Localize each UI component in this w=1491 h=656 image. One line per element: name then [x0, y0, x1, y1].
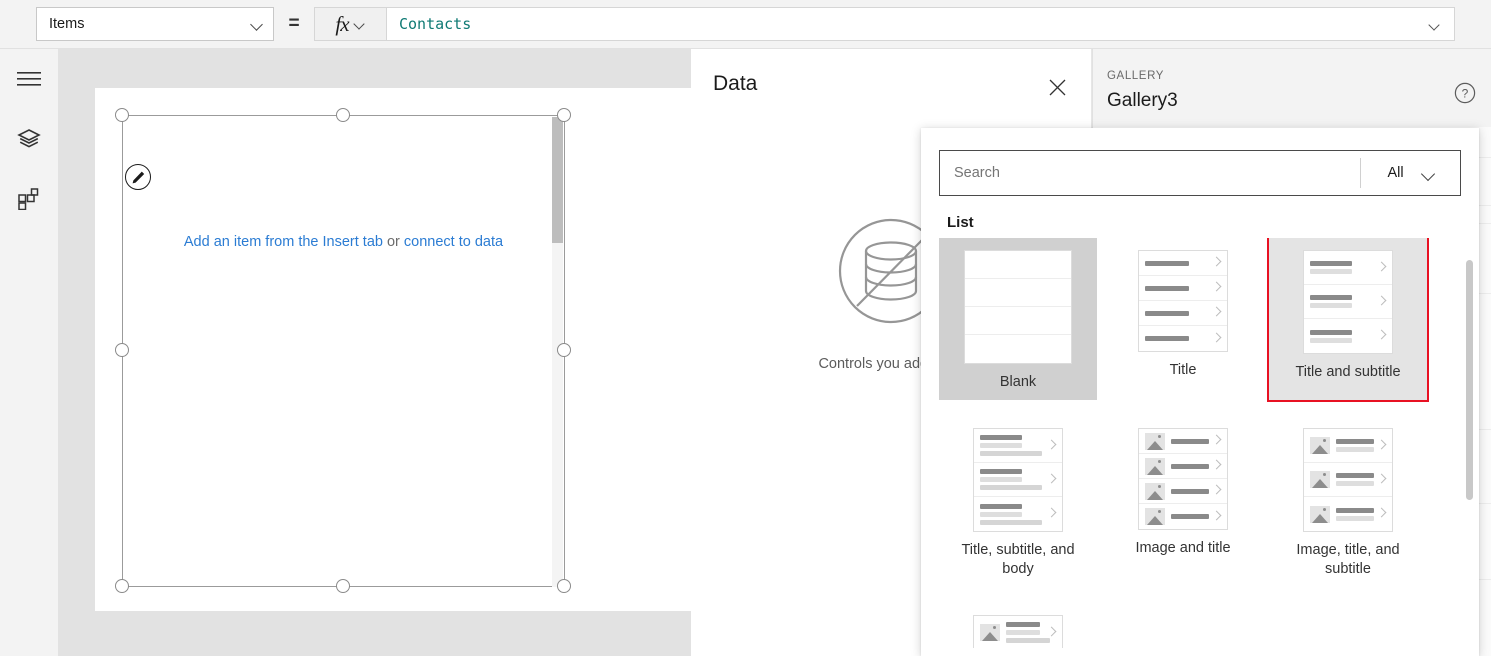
chevron-down-icon[interactable]	[1428, 18, 1442, 30]
layout-tile-image-title-subtitle-body[interactable]	[939, 603, 1097, 648]
chevron-down-icon	[1422, 167, 1434, 179]
layout-tiles-grid: Blank Title Title and subtitle Title, su…	[939, 238, 1463, 648]
layout-tile-caption: Image and title	[1135, 540, 1231, 556]
pencil-edit-icon[interactable]	[125, 164, 151, 190]
close-icon[interactable]	[1041, 71, 1073, 103]
gallery-scrollbar-thumb[interactable]	[552, 117, 563, 243]
layout-tile-caption: Title	[1169, 362, 1197, 378]
layout-section-title: List	[947, 214, 974, 231]
layout-tile-row: Title, subtitle, and body Image and titl…	[939, 416, 1463, 587]
layout-tile-blank[interactable]: Blank	[939, 238, 1097, 400]
canvas-area: Add an item from the Insert tab or conne…	[58, 49, 691, 656]
layout-search-input[interactable]	[940, 151, 1360, 195]
help-circle-icon[interactable]: ?	[1454, 82, 1478, 106]
layout-flyout-scrollbar-thumb[interactable]	[1466, 260, 1473, 500]
layout-filter-value: All	[1387, 165, 1404, 181]
layout-tile-caption: Blank	[999, 374, 1037, 390]
gallery-pane-kicker: GALLERY	[1107, 70, 1165, 82]
formula-text: Contacts	[399, 15, 472, 33]
connect-to-data-link[interactable]: connect to data	[404, 234, 503, 250]
layout-tile-caption: Title, subtitle, and body	[961, 542, 1075, 577]
layout-tile-row	[939, 603, 1463, 648]
thumbnail-image-and-title	[1138, 428, 1228, 530]
thumbnail-blank	[964, 250, 1072, 364]
resize-handle-top-center[interactable]	[336, 108, 350, 122]
layout-flyout-scrollbar-track[interactable]	[1466, 240, 1473, 642]
equals-sign: =	[288, 13, 300, 34]
chevron-down-icon	[354, 18, 366, 30]
fx-label: fx	[335, 11, 349, 36]
gallery-pane-name: Gallery3	[1107, 90, 1178, 111]
gallery-control[interactable]: Add an item from the Insert tab or conne…	[122, 115, 565, 587]
fx-button[interactable]: fx	[314, 7, 386, 41]
layout-tile-title-subtitle-body[interactable]: Title, subtitle, and body	[939, 416, 1097, 587]
layout-tile-caption: Title and subtitle	[1295, 364, 1401, 380]
thumbnail-image-title-subtitle-body	[973, 615, 1063, 648]
layout-tile-row: Blank Title Title and subtitle	[939, 238, 1463, 402]
hamburger-menu-icon[interactable]	[0, 49, 58, 109]
layers-icon[interactable]	[0, 109, 58, 169]
app-screen[interactable]: Add an item from the Insert tab or conne…	[95, 88, 691, 611]
insert-tab-link[interactable]: Add an item from the Insert tab	[184, 234, 383, 250]
formula-input[interactable]: Contacts	[386, 7, 1455, 41]
chevron-down-icon	[251, 18, 263, 30]
empty-text-separator: or	[382, 234, 404, 250]
resize-handle-bottom-left[interactable]	[115, 579, 129, 593]
formula-bar: Items = fx Contacts	[0, 0, 1491, 49]
thumbnail-title-and-subtitle	[1303, 250, 1393, 354]
gallery-pane-header: GALLERY Gallery3 ?	[1093, 49, 1491, 126]
layout-tile-title[interactable]: Title	[1104, 238, 1262, 400]
resize-handle-bottom-right[interactable]	[557, 579, 571, 593]
thumbnail-image-title-subtitle	[1303, 428, 1393, 532]
gallery-empty-message: Add an item from the Insert tab or conne…	[123, 234, 564, 250]
resize-handle-bottom-center[interactable]	[336, 579, 350, 593]
data-panel-title: Data	[713, 72, 758, 95]
resize-handle-middle-right[interactable]	[557, 343, 571, 357]
property-select-label: Items	[49, 16, 85, 32]
layout-filter-dropdown[interactable]: All	[1360, 158, 1460, 188]
layout-tile-title-and-subtitle[interactable]: Title and subtitle	[1267, 238, 1429, 402]
thumbnail-title-subtitle-body	[973, 428, 1063, 532]
apps-grid-icon[interactable]	[0, 169, 58, 229]
layout-search-row: All	[939, 150, 1461, 196]
left-rail	[0, 49, 58, 656]
thumbnail-title	[1138, 250, 1228, 352]
property-select[interactable]: Items	[36, 7, 274, 41]
resize-handle-top-left[interactable]	[115, 108, 129, 122]
resize-handle-middle-left[interactable]	[115, 343, 129, 357]
gallery-layout-flyout: All List Blank	[921, 128, 1479, 656]
layout-tile-image-and-title[interactable]: Image and title	[1104, 416, 1262, 587]
layout-tile-caption: Image, title, and subtitle	[1296, 542, 1400, 577]
svg-text:?: ?	[1462, 87, 1469, 101]
resize-handle-top-right[interactable]	[557, 108, 571, 122]
layout-tile-image-title-subtitle[interactable]: Image, title, and subtitle	[1269, 416, 1427, 587]
